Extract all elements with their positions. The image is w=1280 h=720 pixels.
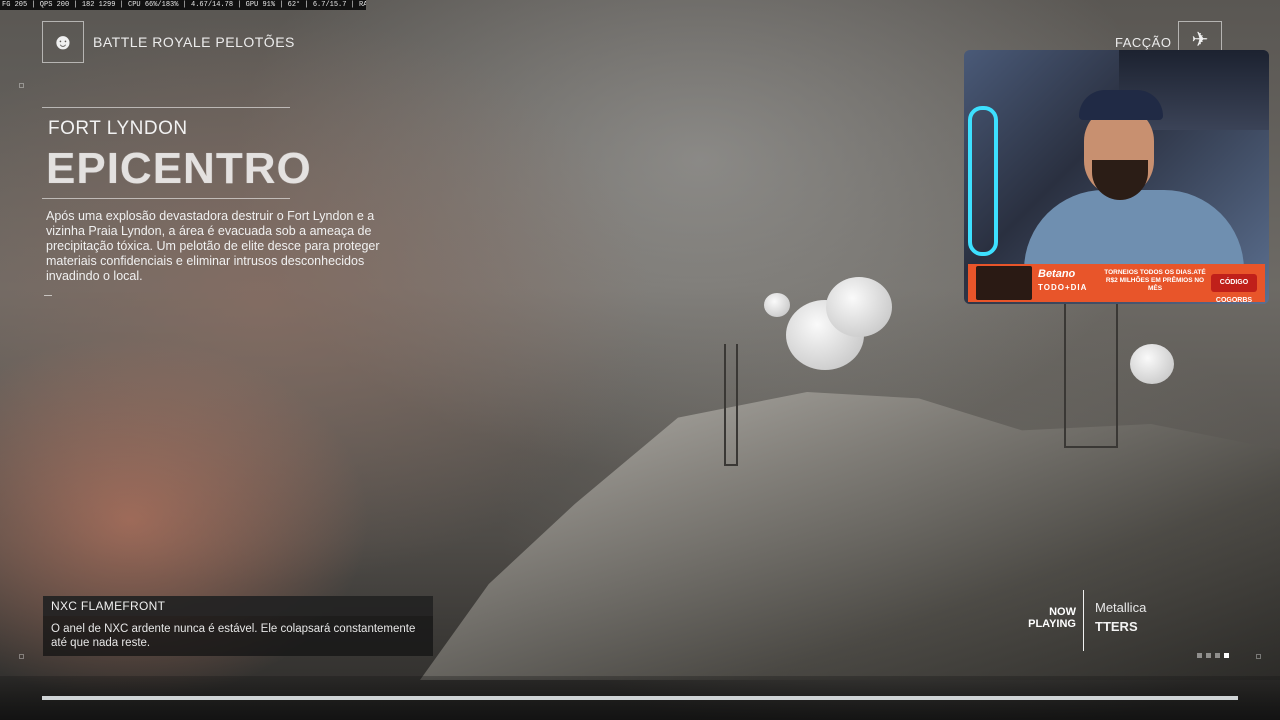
streamer-shirt (1024, 190, 1244, 270)
radio-tower (1064, 300, 1118, 448)
game-mode-info: NXC FLAMEFRONT O anel de NXC ardente nun… (43, 596, 433, 656)
carousel-dot[interactable] (1215, 653, 1220, 658)
carousel-dot[interactable] (1206, 653, 1211, 658)
webcam-overlay: Betano TODO+DIA TORNEIOS TODOS OS DIAS.A… (964, 50, 1269, 304)
corner-mark (1256, 654, 1261, 659)
faction-label: FACÇÃO (1115, 35, 1172, 50)
banner-avatar (976, 266, 1032, 300)
now-playing-artist: Metallica (1095, 600, 1147, 615)
map-description: Após uma explosão devastadora destruir o… (46, 209, 380, 283)
now-playing-label: NOW PLAYING (1028, 606, 1076, 630)
loading-progress-fill (42, 696, 1238, 700)
loading-progress-bar (42, 696, 1238, 700)
divider (42, 198, 290, 199)
divider-dash (44, 295, 52, 296)
carousel-dot[interactable] (1224, 653, 1229, 658)
radar-dome (826, 277, 892, 337)
radio-tower (724, 344, 738, 466)
banner-cta: CÓDIGO COGORBS (1211, 274, 1257, 304)
streamer-cap (1079, 90, 1163, 120)
map-location: FORT LYNDON (48, 118, 188, 139)
performance-overlay: FG 205 | QPS 200 | 182 1299 | CPU 66%/18… (0, 0, 366, 10)
banner-brand: Betano (1038, 268, 1076, 280)
carousel-dot[interactable] (1197, 653, 1202, 658)
radar-dome (1130, 344, 1174, 384)
divider (42, 107, 290, 108)
game-mode-title: NXC FLAMEFRONT (43, 596, 433, 616)
corner-mark (19, 654, 24, 659)
squad-skull-icon[interactable]: ☻ (42, 21, 84, 63)
sponsor-banner: Betano TODO+DIA TORNEIOS TODOS OS DIAS.A… (968, 264, 1265, 304)
radar-dome (764, 293, 790, 317)
corner-mark (19, 83, 24, 88)
now-playing-divider (1083, 590, 1084, 651)
mode-label: BATTLE ROYALE PELOTÕES (93, 34, 295, 50)
led-light (968, 106, 998, 256)
banner-brand-sub: TODO+DIA (1038, 283, 1088, 292)
game-mode-description: O anel de NXC ardente nunca é estável. E… (51, 623, 416, 649)
now-playing-track: TTERS (1095, 619, 1138, 634)
carousel-dots (1197, 653, 1229, 658)
banner-promo: TORNEIOS TODOS OS DIAS.ATÉ R$2 MILHÕES E… (1104, 269, 1206, 292)
map-title: EPICENTRO (46, 144, 312, 193)
